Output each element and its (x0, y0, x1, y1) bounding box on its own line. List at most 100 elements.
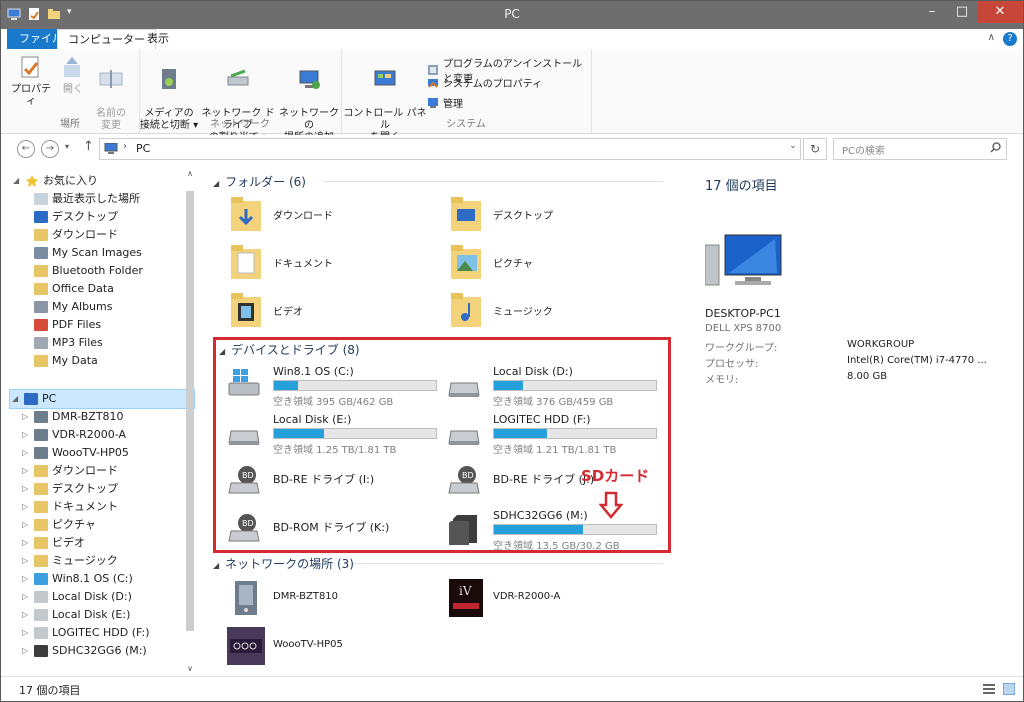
usage-bar (493, 428, 657, 439)
large-icons-view-icon[interactable] (1002, 682, 1016, 696)
devices-section-header[interactable]: ◢ デバイスとドライブ (8) (219, 341, 360, 358)
expand-arrow-icon[interactable]: ▷ (22, 588, 28, 606)
expand-arrow-icon[interactable]: ▷ (22, 444, 28, 462)
recent-places-icon (34, 193, 48, 205)
rename-button[interactable]: 名前の 変更 (91, 55, 131, 144)
content-pane: ◢ フォルダー (6) ダウンロード デスクトップ ドキュメント ピクチャ ビデオ… (213, 167, 673, 675)
desktop-folder-icon (34, 483, 48, 495)
search-icon (990, 142, 1001, 153)
scroll-up-icon[interactable]: ∧ (183, 169, 197, 178)
expand-arrow-icon[interactable]: ▷ (22, 642, 28, 660)
expand-arrow-icon[interactable]: ▷ (22, 462, 28, 480)
expand-arrow-icon[interactable]: ▷ (22, 534, 28, 552)
drive-e[interactable]: Local Disk (E:) 空き領域 1.25 TB/1.81 TB (213, 409, 437, 456)
media-device-icon (34, 429, 48, 441)
access-media-button[interactable]: メディアの 接続と切断 ▾ (139, 55, 199, 144)
recent-locations-icon[interactable]: ▾ (65, 142, 69, 151)
scroll-thumb[interactable] (186, 191, 194, 631)
address-bar[interactable]: › PC ⌄ (99, 138, 801, 160)
expand-arrow-icon[interactable]: ▷ (22, 498, 28, 516)
drive-i[interactable]: BD BD-RE ドライブ (I:) (213, 457, 433, 501)
sidebar-item-pc[interactable]: ◢ PC (9, 389, 195, 409)
usage-bar (493, 524, 657, 535)
expand-arrow-icon[interactable]: ▷ (22, 516, 28, 534)
status-bar: 17 個の項目 (1, 676, 1023, 701)
close-button[interactable]: ✕ (977, 1, 1023, 23)
search-input[interactable]: PCの検索 (833, 138, 1007, 160)
windows-drive-icon (34, 573, 48, 585)
window-title: PC (504, 7, 520, 21)
svg-text:BD: BD (242, 471, 254, 480)
processor-label: プロセッサ: (705, 359, 759, 370)
folders-section-header[interactable]: ◢ フォルダー (6) (213, 173, 306, 190)
details-view-icon[interactable] (983, 683, 995, 695)
down-arrow-icon (599, 491, 623, 519)
memory-value: 8.00 GB (847, 371, 888, 382)
manage-button[interactable]: 管理 (427, 95, 463, 110)
expand-arrow-icon[interactable]: ▷ (22, 408, 28, 426)
folder-pictures[interactable]: ピクチャ (433, 243, 643, 283)
network-section-header[interactable]: ◢ ネットワークの場所 (3) (213, 555, 354, 572)
folder-videos[interactable]: ビデオ (213, 291, 423, 331)
network-item-woootv-hp05[interactable]: WoooTV-HP05 (213, 627, 423, 667)
address-dropdown-icon[interactable]: ⌄ (784, 141, 802, 151)
system-properties-button[interactable]: システムのプロパティ (427, 75, 542, 90)
expand-arrow-icon[interactable]: ▷ (22, 552, 28, 570)
group-label-location: 場所 (60, 119, 80, 130)
navpane-scrollbar[interactable]: ∧ ∨ (183, 167, 197, 675)
svg-text:BD: BD (242, 519, 254, 528)
star-icon (25, 175, 39, 187)
folder-music[interactable]: ミュージック (433, 291, 643, 331)
expand-arrow-icon[interactable]: ▷ (22, 480, 28, 498)
desktop-icon (34, 211, 48, 223)
drive-c[interactable]: Win8.1 OS (C:) 空き領域 395 GB/462 GB (213, 361, 437, 408)
hard-drive-icon (34, 591, 48, 603)
expand-arrow-icon[interactable]: ▷ (22, 624, 28, 642)
collapse-arrow-icon[interactable]: ◢ (219, 347, 225, 356)
downloads-folder-icon (229, 195, 263, 233)
drive-d[interactable]: Local Disk (D:) 空き領域 376 GB/459 GB (433, 361, 657, 408)
up-button[interactable]: ↑ (83, 139, 94, 154)
videos-folder-icon (229, 291, 263, 329)
drive-k[interactable]: BD BD-ROM ドライブ (K:) (213, 505, 433, 549)
ribbon-tabs: ファイル コンピューター 表示 ∧ ? (1, 29, 1023, 50)
expand-arrow-icon[interactable]: ▷ (22, 426, 28, 444)
tab-view[interactable]: 表示 (137, 29, 179, 49)
drive-f[interactable]: LOGITEC HDD (F:) 空き領域 1.21 TB/1.81 TB (433, 409, 657, 456)
music-folder-icon (449, 291, 483, 329)
forward-button[interactable]: → (41, 140, 59, 158)
collapse-arrow-icon[interactable]: ◢ (13, 172, 19, 190)
group-location: プロパティ 開く 名前の 変更 場所 (1, 49, 140, 133)
collapse-arrow-icon[interactable]: ◢ (213, 561, 219, 570)
ribbon-collapse-icon[interactable]: ∧ (988, 32, 995, 43)
hard-drive-icon (227, 415, 261, 449)
collapse-arrow-icon[interactable]: ◢ (213, 179, 219, 188)
folder-downloads[interactable]: ダウンロード (213, 195, 423, 235)
svg-text:iV: iV (459, 584, 472, 598)
hard-drive-icon (34, 609, 48, 621)
collapse-arrow-icon[interactable]: ◢ (12, 390, 18, 408)
maximize-button[interactable]: □ (947, 1, 977, 23)
rename-icon (98, 67, 124, 93)
network-item-vdr-r2000-a[interactable]: iV VDR-R2000-A (433, 579, 643, 619)
network-item-dmr-bzt810[interactable]: DMR-BZT810 (213, 579, 423, 619)
back-button[interactable]: ← (17, 140, 35, 158)
media-icon (156, 67, 182, 93)
minimize-button[interactable]: – (917, 1, 947, 23)
expand-arrow-icon[interactable]: ▷ (22, 570, 28, 588)
svg-text:BD: BD (462, 471, 474, 480)
refresh-button[interactable]: ↻ (803, 138, 827, 160)
documents-folder-icon (229, 243, 263, 281)
bd-drive-icon: BD (227, 511, 261, 545)
properties-button[interactable]: プロパティ (9, 55, 53, 108)
usage-bar (273, 428, 437, 439)
expand-arrow-icon[interactable]: ▷ (22, 606, 28, 624)
breadcrumb[interactable]: PC (136, 142, 150, 155)
folder-documents[interactable]: ドキュメント (213, 243, 423, 283)
media-device-icon (34, 447, 48, 459)
folder-desktop[interactable]: デスクトップ (433, 195, 643, 235)
help-icon[interactable]: ? (1003, 32, 1017, 46)
scroll-down-icon[interactable]: ∨ (183, 664, 197, 673)
open-button[interactable]: 開く (55, 55, 91, 96)
media-device-icon (34, 411, 48, 423)
